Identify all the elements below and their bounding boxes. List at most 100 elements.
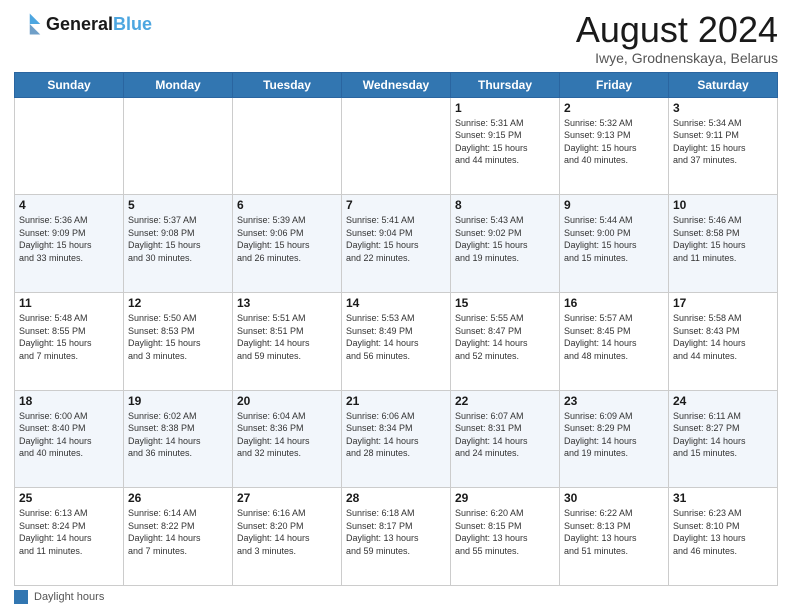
cell-0-1 bbox=[124, 97, 233, 195]
day-info: Sunrise: 5:41 AM Sunset: 9:04 PM Dayligh… bbox=[346, 214, 446, 264]
cell-3-5: 23 Sunrise: 6:09 AM Sunset: 8:29 PM Dayli… bbox=[560, 390, 669, 488]
cell-1-5: 9Sunrise: 5:44 AM Sunset: 9:00 PM Daylig… bbox=[560, 195, 669, 293]
day-info: Sunrise: 5:53 AM Sunset: 8:49 PM Dayligh… bbox=[346, 312, 446, 362]
day-info: Sunrise: 6:07 AM Sunset: 8:31 PM Dayligh… bbox=[455, 410, 555, 460]
day-info: Sunrise: 5:39 AM Sunset: 9:06 PM Dayligh… bbox=[237, 214, 337, 264]
day-number: 6 bbox=[237, 198, 337, 212]
day-info: Sunrise: 6:04 AM Sunset: 8:36 PM Dayligh… bbox=[237, 410, 337, 460]
cell-3-1: 19 Sunrise: 6:02 AM Sunset: 8:38 PM Dayli… bbox=[124, 390, 233, 488]
header-row: Sunday Monday Tuesday Wednesday Thursday… bbox=[15, 72, 778, 97]
cell-3-2: 20Sunrise: 6:04 AM Sunset: 8:36 PM Dayli… bbox=[233, 390, 342, 488]
cell-2-4: 15 Sunrise: 5:55 AM Sunset: 8:47 PM Dayli… bbox=[451, 292, 560, 390]
col-friday: Friday bbox=[560, 72, 669, 97]
footer-color-box bbox=[14, 590, 28, 604]
cell-1-0: 4 Sunrise: 5:36 AM Sunset: 9:09 PM Daylig… bbox=[15, 195, 124, 293]
cell-0-0 bbox=[15, 97, 124, 195]
col-wednesday: Wednesday bbox=[342, 72, 451, 97]
cell-4-0: 25 Sunrise: 6:13 AM Sunset: 8:24 PM Dayli… bbox=[15, 488, 124, 586]
day-number: 16 bbox=[564, 296, 664, 310]
day-info: Sunrise: 5:51 AM Sunset: 8:51 PM Dayligh… bbox=[237, 312, 337, 362]
cell-4-2: 27Sunrise: 6:16 AM Sunset: 8:20 PM Dayli… bbox=[233, 488, 342, 586]
day-number: 4 bbox=[19, 198, 119, 212]
week-row-5: 25 Sunrise: 6:13 AM Sunset: 8:24 PM Dayli… bbox=[15, 488, 778, 586]
day-info: Sunrise: 5:32 AM Sunset: 9:13 PM Dayligh… bbox=[564, 117, 664, 167]
cell-3-6: 24Sunrise: 6:11 AM Sunset: 8:27 PM Dayli… bbox=[669, 390, 778, 488]
cell-2-2: 13 Sunrise: 5:51 AM Sunset: 8:51 PM Dayli… bbox=[233, 292, 342, 390]
footer: Daylight hours bbox=[14, 590, 778, 604]
cell-4-6: 31Sunrise: 6:23 AM Sunset: 8:10 PM Dayli… bbox=[669, 488, 778, 586]
cell-1-4: 8Sunrise: 5:43 AM Sunset: 9:02 PM Daylig… bbox=[451, 195, 560, 293]
day-info: Sunrise: 6:06 AM Sunset: 8:34 PM Dayligh… bbox=[346, 410, 446, 460]
day-info: Sunrise: 5:36 AM Sunset: 9:09 PM Dayligh… bbox=[19, 214, 119, 264]
week-row-1: 1Sunrise: 5:31 AM Sunset: 9:15 PM Daylig… bbox=[15, 97, 778, 195]
day-number: 21 bbox=[346, 394, 446, 408]
cell-2-1: 12Sunrise: 5:50 AM Sunset: 8:53 PM Dayli… bbox=[124, 292, 233, 390]
cell-4-5: 30 Sunrise: 6:22 AM Sunset: 8:13 PM Dayli… bbox=[560, 488, 669, 586]
day-info: Sunrise: 6:00 AM Sunset: 8:40 PM Dayligh… bbox=[19, 410, 119, 460]
day-number: 11 bbox=[19, 296, 119, 310]
day-number: 13 bbox=[237, 296, 337, 310]
day-number: 27 bbox=[237, 491, 337, 505]
day-info: Sunrise: 6:13 AM Sunset: 8:24 PM Dayligh… bbox=[19, 507, 119, 557]
cell-3-3: 21 Sunrise: 6:06 AM Sunset: 8:34 PM Dayli… bbox=[342, 390, 451, 488]
cell-3-4: 22 Sunrise: 6:07 AM Sunset: 8:31 PM Dayli… bbox=[451, 390, 560, 488]
cell-0-5: 2Sunrise: 5:32 AM Sunset: 9:13 PM Daylig… bbox=[560, 97, 669, 195]
day-number: 3 bbox=[673, 101, 773, 115]
logo-icon bbox=[14, 10, 42, 38]
day-number: 25 bbox=[19, 491, 119, 505]
day-number: 28 bbox=[346, 491, 446, 505]
col-tuesday: Tuesday bbox=[233, 72, 342, 97]
day-info: Sunrise: 6:22 AM Sunset: 8:13 PM Dayligh… bbox=[564, 507, 664, 557]
logo-text: GeneralBlue bbox=[46, 14, 152, 35]
day-number: 9 bbox=[564, 198, 664, 212]
cell-0-2 bbox=[233, 97, 342, 195]
day-info: Sunrise: 5:31 AM Sunset: 9:15 PM Dayligh… bbox=[455, 117, 555, 167]
day-number: 5 bbox=[128, 198, 228, 212]
cell-0-4: 1Sunrise: 5:31 AM Sunset: 9:15 PM Daylig… bbox=[451, 97, 560, 195]
day-number: 31 bbox=[673, 491, 773, 505]
cell-4-4: 29Sunrise: 6:20 AM Sunset: 8:15 PM Dayli… bbox=[451, 488, 560, 586]
cell-2-6: 17Sunrise: 5:58 AM Sunset: 8:43 PM Dayli… bbox=[669, 292, 778, 390]
col-saturday: Saturday bbox=[669, 72, 778, 97]
day-number: 15 bbox=[455, 296, 555, 310]
day-info: Sunrise: 5:34 AM Sunset: 9:11 PM Dayligh… bbox=[673, 117, 773, 167]
week-row-2: 4 Sunrise: 5:36 AM Sunset: 9:09 PM Daylig… bbox=[15, 195, 778, 293]
day-number: 8 bbox=[455, 198, 555, 212]
col-sunday: Sunday bbox=[15, 72, 124, 97]
cell-2-0: 11 Sunrise: 5:48 AM Sunset: 8:55 PM Dayli… bbox=[15, 292, 124, 390]
day-info: Sunrise: 6:11 AM Sunset: 8:27 PM Dayligh… bbox=[673, 410, 773, 460]
footer-label: Daylight hours bbox=[34, 591, 104, 603]
calendar-body: 1Sunrise: 5:31 AM Sunset: 9:15 PM Daylig… bbox=[15, 97, 778, 585]
day-info: Sunrise: 5:55 AM Sunset: 8:47 PM Dayligh… bbox=[455, 312, 555, 362]
subtitle: Iwye, Grodnenskaya, Belarus bbox=[576, 50, 778, 66]
day-number: 12 bbox=[128, 296, 228, 310]
cell-1-2: 6 Sunrise: 5:39 AM Sunset: 9:06 PM Daylig… bbox=[233, 195, 342, 293]
day-info: Sunrise: 6:18 AM Sunset: 8:17 PM Dayligh… bbox=[346, 507, 446, 557]
day-number: 30 bbox=[564, 491, 664, 505]
day-info: Sunrise: 5:48 AM Sunset: 8:55 PM Dayligh… bbox=[19, 312, 119, 362]
day-number: 22 bbox=[455, 394, 555, 408]
day-info: Sunrise: 6:02 AM Sunset: 8:38 PM Dayligh… bbox=[128, 410, 228, 460]
day-number: 10 bbox=[673, 198, 773, 212]
day-number: 26 bbox=[128, 491, 228, 505]
day-number: 18 bbox=[19, 394, 119, 408]
cell-1-3: 7Sunrise: 5:41 AM Sunset: 9:04 PM Daylig… bbox=[342, 195, 451, 293]
day-number: 14 bbox=[346, 296, 446, 310]
cell-4-1: 26Sunrise: 6:14 AM Sunset: 8:22 PM Dayli… bbox=[124, 488, 233, 586]
cell-1-1: 5Sunrise: 5:37 AM Sunset: 9:08 PM Daylig… bbox=[124, 195, 233, 293]
week-row-3: 11 Sunrise: 5:48 AM Sunset: 8:55 PM Dayli… bbox=[15, 292, 778, 390]
day-number: 19 bbox=[128, 394, 228, 408]
day-number: 23 bbox=[564, 394, 664, 408]
cell-2-5: 16Sunrise: 5:57 AM Sunset: 8:45 PM Dayli… bbox=[560, 292, 669, 390]
title-block: August 2024 Iwye, Grodnenskaya, Belarus bbox=[576, 10, 778, 66]
week-row-4: 18 Sunrise: 6:00 AM Sunset: 8:40 PM Dayli… bbox=[15, 390, 778, 488]
day-info: Sunrise: 6:09 AM Sunset: 8:29 PM Dayligh… bbox=[564, 410, 664, 460]
col-thursday: Thursday bbox=[451, 72, 560, 97]
cell-1-6: 10Sunrise: 5:46 AM Sunset: 8:58 PM Dayli… bbox=[669, 195, 778, 293]
day-info: Sunrise: 5:58 AM Sunset: 8:43 PM Dayligh… bbox=[673, 312, 773, 362]
day-number: 29 bbox=[455, 491, 555, 505]
page: GeneralBlue August 2024 Iwye, Grodnenska… bbox=[0, 0, 792, 612]
cell-4-3: 28 Sunrise: 6:18 AM Sunset: 8:17 PM Dayli… bbox=[342, 488, 451, 586]
cell-3-0: 18 Sunrise: 6:00 AM Sunset: 8:40 PM Dayli… bbox=[15, 390, 124, 488]
logo: GeneralBlue bbox=[14, 10, 152, 38]
